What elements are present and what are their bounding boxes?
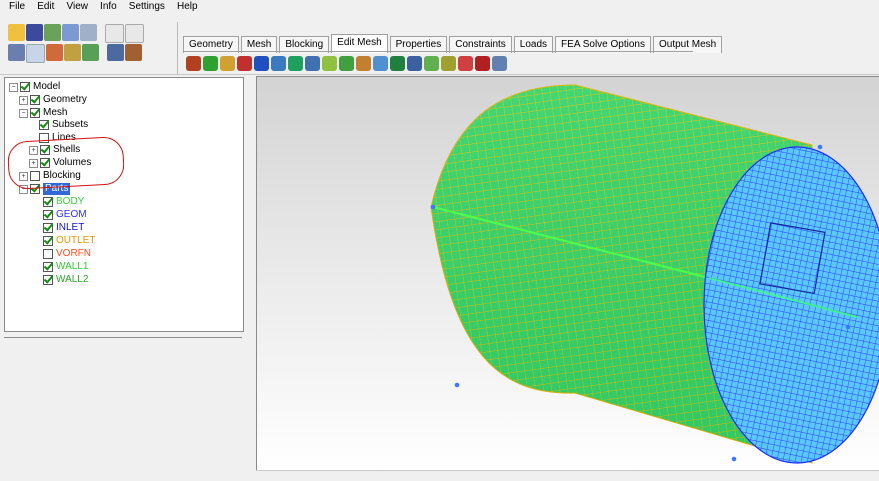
zoom-icon[interactable] [26,44,45,63]
repair-mesh-icon[interactable] [288,56,303,71]
tree-node-geometry[interactable]: + Geometry [19,94,87,106]
red-annotation-circle [6,135,126,191]
part-label-body: BODY [56,196,85,207]
collapse-icon[interactable]: − [19,108,28,118]
menu-settings[interactable]: Settings [129,1,165,12]
checkbox-icon[interactable] [43,197,53,207]
file-toolbar-row-1 [8,24,144,43]
renumber-mesh-icon[interactable] [407,56,422,71]
export-icon[interactable] [80,24,97,41]
edit-mesh-toolbar [186,56,507,71]
tree-label-mesh: Mesh [43,107,68,118]
checkbox-icon[interactable] [43,223,53,233]
extrude-mesh-icon[interactable] [203,56,218,71]
checkbox-icon[interactable] [43,236,53,246]
redo-icon[interactable] [125,24,144,43]
checkbox-icon[interactable] [30,95,40,105]
graphics-viewport[interactable] [256,76,879,471]
fit-window-icon[interactable] [8,44,25,61]
move-nodes-icon[interactable] [339,56,354,71]
checkbox-icon[interactable] [39,120,49,130]
checkbox-icon[interactable] [43,210,53,220]
checkbox-icon[interactable] [43,262,53,272]
part-label-outlet: OUTLET [56,235,96,246]
checkbox-icon[interactable] [43,249,53,259]
import-mesh-icon[interactable] [62,24,79,41]
cylinder-mesh-render [430,84,879,464]
tree-node-part-body[interactable]: BODY [43,196,84,208]
transform-mesh-icon[interactable] [356,56,371,71]
smooth-hexa-icon[interactable] [271,56,286,71]
tree-node-part-wall2[interactable]: WALL2 [43,274,88,286]
corner-node-marker [731,456,737,462]
checkbox-icon[interactable] [43,275,53,285]
solid-view-icon[interactable] [125,44,142,61]
corner-node-marker [845,324,851,330]
data-entry-panel [4,337,242,481]
toolbar-area: Geometry Mesh Blocking Edit Mesh Propert… [0,14,879,75]
checkbox-icon[interactable] [30,108,40,118]
corner-node-marker [454,382,460,388]
corner-node-marker [430,204,436,210]
display-icon[interactable] [82,44,99,61]
tree-label-subsets: Subsets [52,119,89,130]
tree-node-model[interactable]: − Model [9,81,60,93]
split-mesh-icon[interactable] [322,56,337,71]
checkbox-icon[interactable] [20,82,30,92]
tree-node-part-outlet[interactable]: OUTLET [43,235,95,247]
check-mesh-icon[interactable] [220,56,235,71]
tab-underline [183,51,693,52]
convert-mesh-icon[interactable] [373,56,388,71]
delete-nodes-icon[interactable] [458,56,473,71]
undo-icon[interactable] [105,24,124,43]
part-label-inlet: INLET [56,222,85,233]
collapse-icon[interactable]: − [9,82,18,92]
part-label-wall1: WALL1 [56,261,89,272]
shade-icon[interactable] [107,44,124,61]
part-label-vorfn: VORFN [56,248,91,259]
status-bar [256,470,879,481]
tree-node-part-vorfn[interactable]: VORFN [43,248,91,260]
tree-node-subsets[interactable]: Subsets [39,119,88,131]
menu-view[interactable]: View [66,1,88,12]
tree-node-part-geom[interactable]: GEOM [43,209,87,221]
menu-bar: File Edit View Info Settings Help [0,0,879,14]
edit-distributed-icon[interactable] [492,56,507,71]
tree-label-model: Model [33,81,61,92]
menu-edit[interactable]: Edit [37,1,54,12]
tree-node-part-wall1[interactable]: WALL1 [43,261,88,273]
delete-elements-icon[interactable] [475,56,490,71]
create-elements-icon[interactable] [186,56,201,71]
expand-icon[interactable]: + [19,95,28,105]
tree-label-geometry: Geometry [43,94,87,105]
tree-node-mesh[interactable]: − Mesh [19,107,67,119]
smooth-elements-icon[interactable] [254,56,269,71]
toolbar-separator [177,22,178,74]
menu-help[interactable]: Help [177,1,198,12]
tree-node-part-inlet[interactable]: INLET [43,222,84,234]
menu-file[interactable]: File [9,1,25,12]
save-icon[interactable] [26,24,43,41]
measure-icon[interactable] [46,44,63,61]
menu-info[interactable]: Info [100,1,117,12]
part-label-geom: GEOM [56,209,87,220]
reorient-mesh-icon[interactable] [441,56,456,71]
corner-node-marker [817,144,823,150]
file-toolbar-row-2 [8,44,142,63]
model-tree: − Model + Geometry − Mesh Subsets Lines … [4,77,244,332]
coordinate-icon[interactable] [64,44,81,61]
assign-mesh-icon[interactable] [424,56,439,71]
open-folder-icon[interactable] [8,24,25,41]
display-quality-icon[interactable] [237,56,252,71]
merge-nodes-icon[interactable] [305,56,320,71]
adjust-density-icon[interactable] [390,56,405,71]
cylinder-end-face [703,146,879,464]
import-geometry-icon[interactable] [44,24,61,41]
part-label-wall2: WALL2 [56,274,89,285]
